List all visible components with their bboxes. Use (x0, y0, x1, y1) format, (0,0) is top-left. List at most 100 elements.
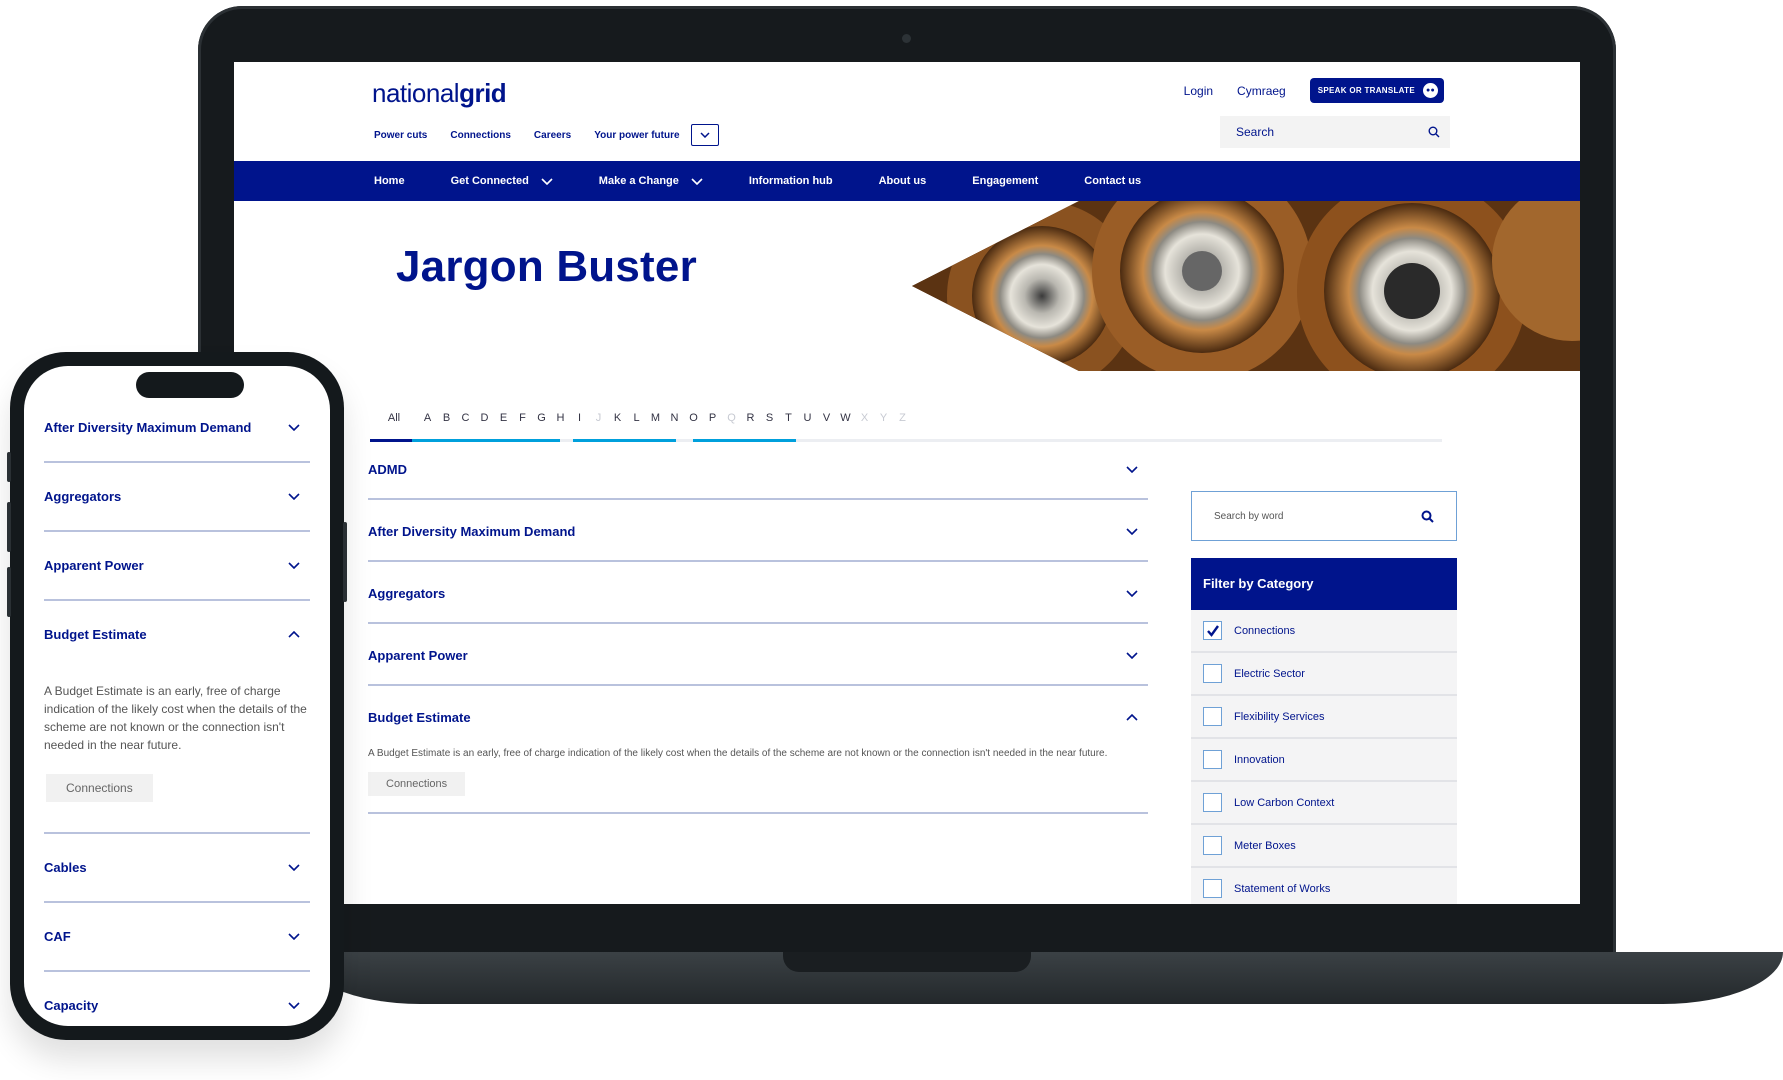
laptop-camera (902, 34, 911, 43)
glossary-item-header[interactable]: After Diversity Maximum Demand (368, 500, 1148, 560)
speak-translate-button[interactable]: SPEAK OR TRANSLATE ●● (1309, 78, 1444, 103)
chevron-down-icon[interactable] (1126, 651, 1138, 659)
letter-filter-s[interactable]: S (760, 412, 779, 424)
mobile-glossary-item-header[interactable]: CAF (44, 903, 310, 970)
util-nav-connections[interactable]: Connections (450, 130, 511, 141)
letter-filter-f[interactable]: F (513, 412, 532, 424)
main-nav-item-make-a-change[interactable]: Make a Change (599, 175, 703, 187)
desktop-screen: nationalgrid Login Cymraeg SPEAK OR TRAN… (234, 62, 1580, 904)
phone-frame: After Diversity Maximum Demand Aggregator… (7, 352, 347, 1040)
letter-filter-w[interactable]: W (836, 412, 855, 424)
letter-filter-e[interactable]: E (494, 412, 513, 424)
chevron-down-icon[interactable] (288, 562, 300, 569)
util-nav-your-power-future[interactable]: Your power future (594, 130, 679, 141)
chevron-down-icon[interactable] (288, 424, 300, 431)
main-nav-item-about-us[interactable]: About us (879, 175, 927, 187)
mobile-category-tag[interactable]: Connections (46, 774, 153, 802)
mobile-glossary-item-header[interactable]: Apparent Power (44, 532, 310, 599)
letter-filter-l[interactable]: L (627, 412, 646, 424)
main-nav-item-get-connected[interactable]: Get Connected (451, 175, 553, 187)
chevron-down-icon[interactable] (1126, 589, 1138, 597)
letter-filter-i[interactable]: I (570, 412, 589, 424)
chevron-up-icon[interactable] (1126, 713, 1138, 721)
letter-filter-c[interactable]: C (456, 412, 475, 424)
glossary-definition: A Budget Estimate is an early, free of c… (368, 748, 1108, 759)
letter-filter-u[interactable]: U (798, 412, 817, 424)
category-filter-low-carbon-context[interactable]: Low Carbon Context (1191, 782, 1457, 825)
search-icon[interactable] (1421, 510, 1434, 523)
letter-filter-n[interactable]: N (665, 412, 684, 424)
category-checkbox[interactable] (1203, 707, 1222, 726)
letter-filter-b[interactable]: B (437, 412, 456, 424)
mobile-glossary-item-header[interactable]: Aggregators (44, 463, 310, 530)
glossary-term: After Diversity Maximum Demand (368, 523, 576, 539)
category-checkbox[interactable] (1203, 879, 1222, 898)
mobile-glossary-item: Budget Estimate A Budget Estimate is an e… (44, 601, 310, 834)
search-by-word-input[interactable]: Search by word (1191, 491, 1457, 541)
chevron-down-icon[interactable] (288, 864, 300, 871)
mobile-glossary-item-header[interactable]: Budget Estimate (44, 601, 310, 668)
login-link[interactable]: Login (1184, 84, 1213, 98)
search-icon[interactable] (1428, 126, 1440, 138)
glossary-item-header[interactable]: Budget Estimate (368, 686, 1148, 746)
mobile-glossary-item: CAF (44, 903, 310, 972)
glossary-term: Apparent Power (368, 647, 468, 663)
util-nav-more-button[interactable] (690, 124, 719, 146)
glossary-item-header[interactable]: Apparent Power (368, 624, 1148, 684)
category-checkbox[interactable] (1203, 793, 1222, 812)
category-checkbox[interactable] (1203, 750, 1222, 769)
chevron-down-icon[interactable] (541, 177, 553, 185)
category-filter-flexibility-services[interactable]: Flexibility Services (1191, 696, 1457, 739)
site-logo[interactable]: nationalgrid (372, 78, 507, 109)
category-filter-electric-sector[interactable]: Electric Sector (1191, 653, 1457, 696)
letter-filter-h[interactable]: H (551, 412, 570, 424)
letter-filter-z: Z (899, 412, 906, 424)
letter-filter-r[interactable]: R (741, 412, 760, 424)
glossary-item-header[interactable]: Aggregators (368, 562, 1148, 622)
glossary-item: Budget Estimate A Budget Estimate is an e… (368, 686, 1148, 814)
chevron-down-icon[interactable] (288, 493, 300, 500)
letter-filter-d[interactable]: D (475, 412, 494, 424)
letter-filter-t[interactable]: T (779, 412, 798, 424)
mobile-glossary-definition: A Budget Estimate is an early, free of c… (44, 684, 307, 752)
category-filter-innovation[interactable]: Innovation (1191, 739, 1457, 782)
cymraeg-link[interactable]: Cymraeg (1237, 84, 1286, 98)
letter-filter-p[interactable]: P (703, 412, 722, 424)
util-nav-power-cuts[interactable]: Power cuts (374, 130, 427, 141)
category-tag[interactable]: Connections (368, 772, 466, 796)
main-nav-item-information-hub[interactable]: Information hub (749, 175, 833, 187)
mobile-glossary-item-header[interactable]: Cables (44, 834, 310, 901)
chevron-down-icon[interactable] (288, 1002, 300, 1009)
category-checkbox[interactable] (1203, 664, 1222, 683)
category-filter-statement-of-works[interactable]: Statement of Works (1191, 868, 1457, 904)
letter-filter-g[interactable]: G (532, 412, 551, 424)
letter-filter-v[interactable]: V (817, 412, 836, 424)
category-filter-connections[interactable]: Connections (1191, 610, 1457, 653)
category-label: Electric Sector (1234, 667, 1305, 680)
category-filter-meter-boxes[interactable]: Meter Boxes (1191, 825, 1457, 868)
glossary-item-header[interactable]: ADMD (368, 438, 1148, 498)
letter-filter-a[interactable]: A (418, 412, 437, 424)
chevron-down-icon[interactable] (1126, 465, 1138, 473)
chevron-down-icon[interactable] (1126, 527, 1138, 535)
category-checkbox[interactable] (1203, 836, 1222, 855)
mobile-glossary-item-header[interactable]: Capacity (44, 972, 310, 1026)
main-nav-label: Home (374, 175, 405, 187)
mobile-glossary-item-header[interactable]: After Diversity Maximum Demand (44, 394, 310, 461)
letter-filter-all[interactable]: All (370, 412, 418, 424)
check-icon (1206, 624, 1219, 637)
main-nav-item-home[interactable]: Home (374, 175, 405, 187)
main-nav-item-contact-us[interactable]: Contact us (1084, 175, 1141, 187)
letter-filter-o[interactable]: O (684, 412, 703, 424)
letter-filter-m[interactable]: M (646, 412, 665, 424)
chevron-down-icon[interactable] (691, 177, 703, 185)
site-search-input[interactable]: Search (1220, 116, 1450, 148)
category-label: Flexibility Services (1234, 710, 1325, 723)
chevron-up-icon[interactable] (288, 631, 300, 638)
chevron-down-icon[interactable] (288, 933, 300, 940)
util-nav-careers[interactable]: Careers (534, 130, 571, 141)
category-checkbox[interactable] (1203, 621, 1222, 640)
letter-filter-k[interactable]: K (608, 412, 627, 424)
main-nav-item-engagement[interactable]: Engagement (972, 175, 1038, 187)
chevron-down-icon (700, 132, 710, 138)
